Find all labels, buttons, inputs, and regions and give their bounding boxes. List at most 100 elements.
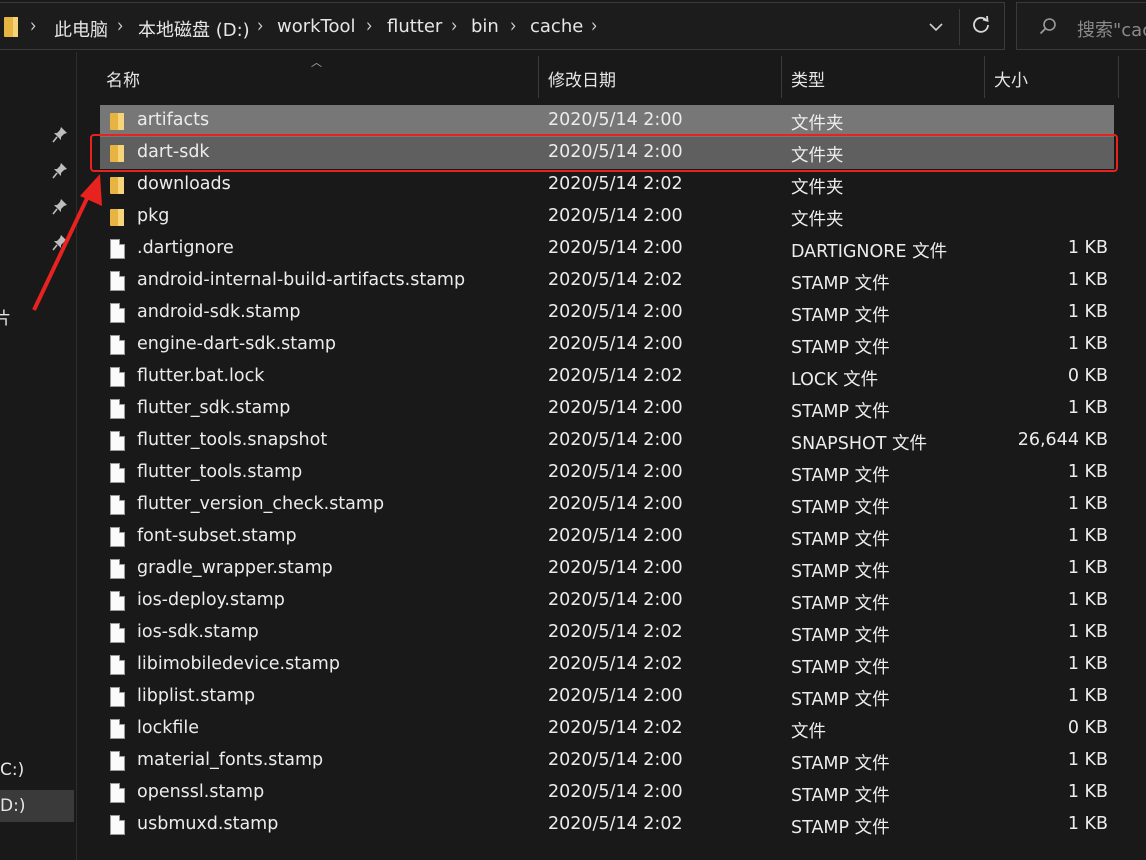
chevron-right-icon[interactable]: › [366,14,372,37]
file-name: lockfile [137,718,199,738]
pin-icon[interactable] [52,126,68,144]
breadcrumb-worktool[interactable]: workTool [277,16,356,37]
sort-ascending-icon: ︿ [311,56,322,69]
chevron-right-icon[interactable]: › [117,14,123,37]
column-divider[interactable] [781,56,782,98]
file-icon [110,367,125,387]
breadcrumb-this-pc[interactable]: 此电脑 [54,16,108,42]
file-row[interactable]: flutter_sdk.stamp 2020/5/14 2:00 STAMP 文件 1… [100,393,1114,425]
column-header-type[interactable]: 类型 [791,66,825,91]
file-row[interactable]: openssl.stamp 2020/5/14 2:00 STAMP 文件 1 KB [100,777,1114,809]
file-type: STAMP 文件 [791,274,890,294]
breadcrumb-flutter[interactable]: flutter [387,16,442,37]
file-row[interactable]: flutter_version_check.stamp 2020/5/14 2:0… [100,489,1114,521]
file-modified-date: 2020/5/14 2:00 [548,782,683,802]
file-icon [110,591,125,611]
file-type: STAMP 文件 [791,402,890,422]
refresh-icon [973,15,989,33]
file-row[interactable]: .dartignore 2020/5/14 2:00 DARTIGNORE 文件 1 … [100,233,1114,265]
breadcrumb-cache[interactable]: cache [530,16,583,37]
file-modified-date: 2020/5/14 2:00 [548,110,683,130]
file-icon [110,623,125,643]
breadcrumb-bin[interactable]: bin [471,16,499,37]
column-header-size[interactable]: 大小 [994,66,1028,91]
file-row[interactable]: material_fonts.stamp 2020/5/14 2:00 STAMP … [100,745,1114,777]
chevron-right-icon[interactable]: › [510,14,516,37]
file-row[interactable]: flutter_tools.snapshot 2020/5/14 2:00 SNAP… [100,425,1114,457]
folder-row[interactable]: downloads 2020/5/14 2:02 文件夹 [100,169,1114,201]
annotation-arrow-icon [32,174,102,311]
search-icon [1039,18,1056,35]
file-size: 1 KB [1067,302,1108,322]
file-size: 0 KB [1067,718,1108,738]
file-size: 1 KB [1067,622,1108,642]
file-icon [110,559,125,579]
file-row[interactable]: flutter_tools.stamp 2020/5/14 2:00 STAMP 文… [100,457,1114,489]
chevron-right-icon[interactable]: › [257,14,263,37]
file-icon [110,335,125,355]
file-size: 1 KB [1067,814,1108,834]
file-icon [110,687,125,707]
file-size: 1 KB [1067,782,1108,802]
file-icon [110,495,125,515]
column-divider[interactable] [984,56,985,98]
file-list[interactable]: artifacts 2020/5/14 2:00 文件夹 dart-sdk 2020/5… [100,105,1114,841]
file-name: artifacts [137,110,210,130]
file-type: STAMP 文件 [791,338,890,358]
file-size: 1 KB [1067,686,1108,706]
file-modified-date: 2020/5/14 2:00 [548,302,683,322]
file-modified-date: 2020/5/14 2:02 [548,270,683,290]
file-row[interactable]: android-internal-build-artifacts.stamp 20… [100,265,1114,297]
file-modified-date: 2020/5/14 2:02 [548,814,683,834]
file-row[interactable]: ios-deploy.stamp 2020/5/14 2:00 STAMP 文件 1 … [100,585,1114,617]
refresh-button[interactable] [966,13,996,41]
chevron-right-icon[interactable]: › [591,14,597,37]
file-type: SNAPSHOT 文件 [791,434,928,454]
nav-item-drive-c[interactable]: C:) [0,760,24,780]
file-modified-date: 2020/5/14 2:00 [548,430,683,450]
chevron-right-icon[interactable]: › [30,14,36,37]
file-row[interactable]: font-subset.stamp 2020/5/14 2:00 STAMP 文件 1… [100,521,1114,553]
nav-item-pictures[interactable]: 片 [0,304,11,329]
chevron-right-icon[interactable]: › [451,14,457,37]
column-divider[interactable] [1118,56,1119,98]
column-divider[interactable] [538,56,539,98]
vertical-scrollbar[interactable] [1120,52,1146,860]
file-name: flutter_tools.stamp [137,462,303,482]
nav-item-drive-d[interactable]: D:) [0,796,25,816]
file-size: 1 KB [1067,750,1108,770]
file-row[interactable]: usbmuxd.stamp 2020/5/14 2:02 STAMP 文件 1 KB [100,809,1114,841]
file-modified-date: 2020/5/14 2:00 [548,526,683,546]
column-header-date[interactable]: 修改日期 [548,66,616,91]
folder-icon [110,177,124,194]
file-name: pkg [137,206,170,226]
file-row[interactable]: lockfile 2020/5/14 2:02 文件 0 KB [100,713,1114,745]
folder-row[interactable]: artifacts 2020/5/14 2:00 文件夹 [100,105,1114,137]
chevron-down-icon [929,23,943,32]
file-row[interactable]: libimobiledevice.stamp 2020/5/14 2:02 STAM… [100,649,1114,681]
file-size: 1 KB [1067,590,1108,610]
search-box[interactable]: 搜索"cache" [1016,2,1146,50]
file-modified-date: 2020/5/14 2:00 [548,206,683,226]
address-dropdown-button[interactable] [924,13,948,41]
address-bar[interactable]: › 此电脑 › 本地磁盘 (D:) › workTool › flutter ›… [0,2,1005,50]
file-row[interactable]: gradle_wrapper.stamp 2020/5/14 2:00 STAMP … [100,553,1114,585]
file-icon [110,303,125,323]
file-row[interactable]: engine-dart-sdk.stamp 2020/5/14 2:00 STAMP… [100,329,1114,361]
breadcrumb-drive-d[interactable]: 本地磁盘 (D:) [138,16,250,42]
file-row[interactable]: android-sdk.stamp 2020/5/14 2:00 STAMP 文件 1… [100,297,1114,329]
file-type: STAMP 文件 [791,818,890,838]
file-modified-date: 2020/5/14 2:00 [548,462,683,482]
file-row[interactable]: ios-sdk.stamp 2020/5/14 2:02 STAMP 文件 1 KB [100,617,1114,649]
file-modified-date: 2020/5/14 2:00 [548,590,683,610]
search-input[interactable]: 搜索"cache" [1077,16,1146,42]
file-row[interactable]: libplist.stamp 2020/5/14 2:00 STAMP 文件 1 KB [100,681,1114,713]
folder-row[interactable]: pkg 2020/5/14 2:00 文件夹 [100,201,1114,233]
file-type: STAMP 文件 [791,306,890,326]
file-modified-date: 2020/5/14 2:00 [548,686,683,706]
file-row[interactable]: flutter.bat.lock 2020/5/14 2:02 LOCK 文件 0 K… [100,361,1114,393]
column-header-name[interactable]: 名称 [106,66,140,91]
file-modified-date: 2020/5/14 2:00 [548,750,683,770]
file-modified-date: 2020/5/14 2:02 [548,718,683,738]
file-type: LOCK 文件 [791,370,879,390]
